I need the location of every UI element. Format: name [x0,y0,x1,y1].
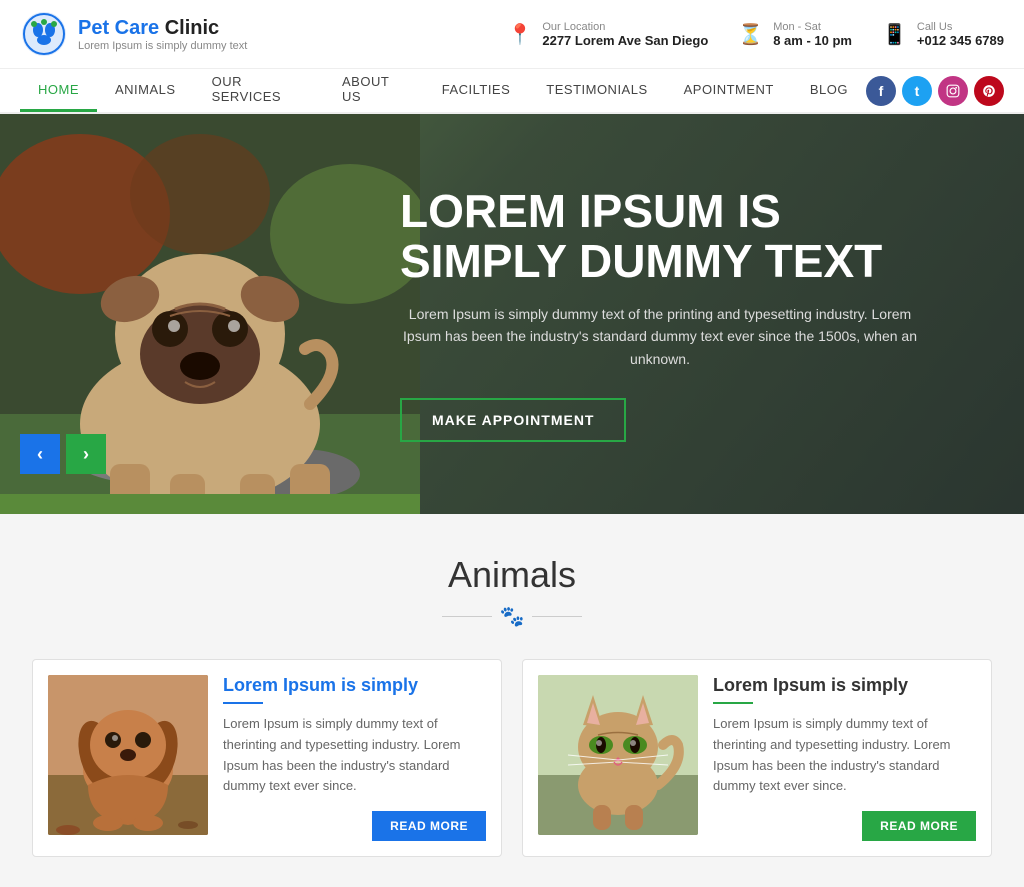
twitter-icon[interactable]: t [902,76,932,106]
phone-label: Call Us [917,21,1004,33]
cat-image [538,675,698,835]
hero-subtitle: Lorem Ipsum is simply dummy text of the … [400,303,920,370]
nav-facilities[interactable]: FACILTIES [424,69,529,112]
cat-read-more-button[interactable]: READ MORE [862,811,976,841]
divider-right [532,616,582,617]
dog-card-body: Lorem Ipsum is simply Lorem Ipsum is sim… [223,675,486,841]
nav-links: HOME ANIMALS OUR SERVICES ABOUT US FACIL… [20,69,866,112]
slider-controls: ‹ › [20,434,106,474]
location-label: Our Location [542,21,708,33]
navigation: HOME ANIMALS OUR SERVICES ABOUT US FACIL… [0,69,1024,114]
nav-home[interactable]: HOME [20,69,97,112]
make-appointment-button[interactable]: MAKE APPOINTMENT [400,398,626,442]
logo-icon [20,10,68,58]
hours-icon [738,21,763,47]
cat-card-svg [538,675,698,835]
location-value: 2277 Lorem Ave San Diego [542,33,708,48]
paw-icon: 🐾 [500,604,525,629]
animal-card-cat: Lorem Ipsum is simply Lorem Ipsum is sim… [522,659,992,857]
dog-read-more-button[interactable]: READ MORE [372,811,486,841]
nav-testimonials[interactable]: TESTIMONIALS [528,69,665,112]
hero-title: LOREM IPSUM IS SIMPLY DUMMY TEXT [400,186,920,287]
dog-image [48,675,208,835]
hours-info: Mon - Sat 8 am - 10 pm [738,21,852,48]
cat-card-title: Lorem Ipsum is simply [713,675,976,696]
section-divider: 🐾 [20,604,1004,629]
animal-cards: Lorem Ipsum is simply Lorem Ipsum is sim… [20,659,1004,857]
nav-appointment[interactable]: APOINTMENT [666,69,792,112]
hero-section: LOREM IPSUM IS SIMPLY DUMMY TEXT Lorem I… [0,114,1024,514]
cat-card-text: Lorem Ipsum is simply dummy text of ther… [713,714,976,797]
hero-content: LOREM IPSUM IS SIMPLY DUMMY TEXT Lorem I… [380,166,940,462]
contact-info: Our Location 2277 Lorem Ave San Diego Mo… [507,21,1004,48]
phone-icon [882,21,907,47]
nav-about[interactable]: ABOUT US [324,69,424,112]
dog-card-underline [223,702,263,704]
phone-value: +012 345 6789 [917,33,1004,48]
phone-info: Call Us +012 345 6789 [882,21,1004,48]
nav-animals[interactable]: ANIMALS [97,69,194,112]
animals-section: Animals 🐾 [0,514,1024,887]
nav-services[interactable]: OUR SERVICES [194,69,324,112]
dog-card-title: Lorem Ipsum is simply [223,675,486,696]
cat-card-underline [713,702,753,704]
nav-blog[interactable]: BLOG [792,69,866,112]
dog-card-svg [48,675,208,835]
dog-card-text: Lorem Ipsum is simply dummy text of ther… [223,714,486,797]
slider-next-button[interactable]: › [66,434,106,474]
top-bar: Pet Care Clinic Lorem Ipsum is simply du… [0,0,1024,69]
hours-value: 8 am - 10 pm [773,33,852,48]
logo: Pet Care Clinic Lorem Ipsum is simply du… [20,10,247,58]
social-icons: f t [866,76,1004,106]
logo-text: Pet Care Clinic Lorem Ipsum is simply du… [78,17,247,52]
instagram-icon[interactable] [938,76,968,106]
location-icon [507,21,532,47]
hours-label: Mon - Sat [773,21,852,33]
pinterest-icon[interactable] [974,76,1004,106]
animal-card-dog: Lorem Ipsum is simply Lorem Ipsum is sim… [32,659,502,857]
location-info: Our Location 2277 Lorem Ave San Diego [507,21,708,48]
brand-name: Pet Care Clinic [78,17,247,40]
facebook-icon[interactable]: f [866,76,896,106]
brand-tagline: Lorem Ipsum is simply dummy text [78,40,247,52]
slider-prev-button[interactable]: ‹ [20,434,60,474]
cat-card-body: Lorem Ipsum is simply Lorem Ipsum is sim… [713,675,976,841]
divider-left [442,616,492,617]
animals-title: Animals [20,554,1004,596]
